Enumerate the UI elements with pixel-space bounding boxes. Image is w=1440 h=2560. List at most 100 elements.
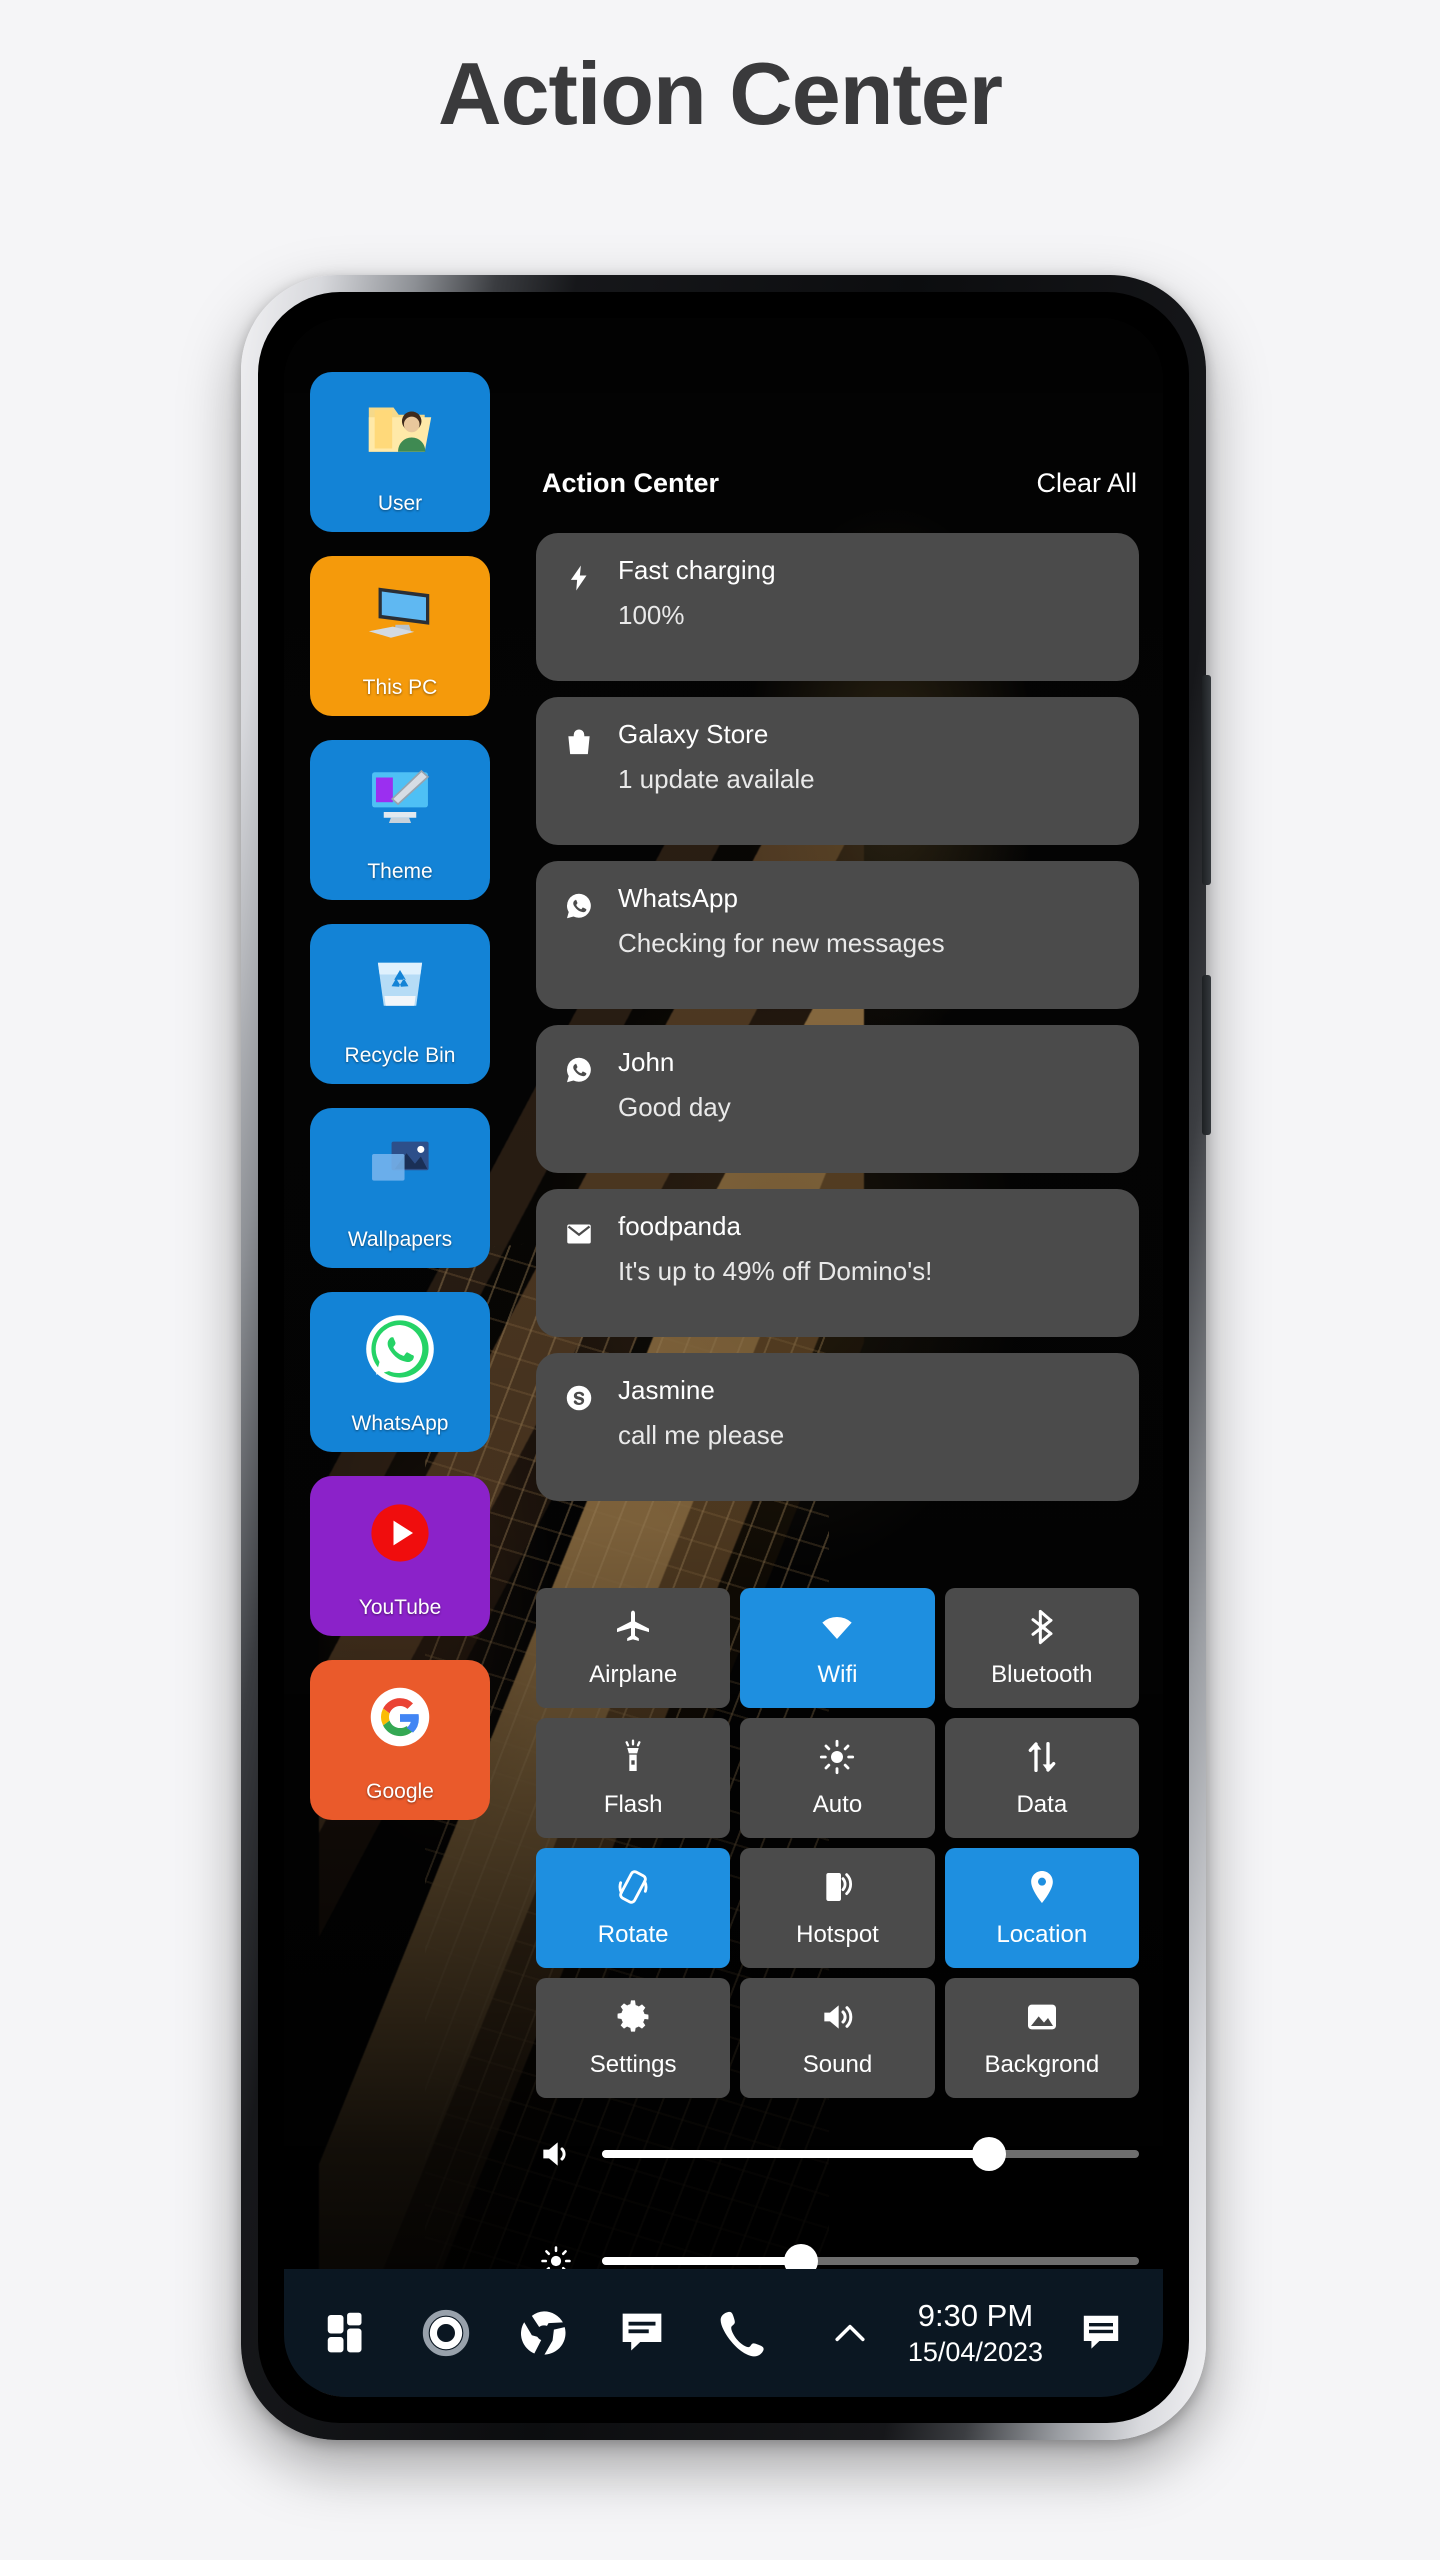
quick-tile-label: Rotate [597,1921,669,1948]
desktop-icon-theme[interactable]: Theme [310,740,490,900]
whatsapp-icon [562,1053,596,1087]
volume-icon [536,2133,576,2175]
desktop-icon-label: Google [366,1780,434,1803]
phone-icon[interactable] [712,2305,768,2361]
notification-body: Checking for new messages [618,928,945,958]
desktop-icon-label: User [377,492,423,515]
google-icon [361,1678,439,1756]
page-title: Action Center [438,44,1003,143]
notification-title: WhatsApp [618,883,738,913]
action-center-title: Action Center [542,468,720,498]
quick-tile-label: Settings [589,2051,677,2078]
quick-tile-location[interactable]: Location [944,1848,1139,1968]
quick-tile-sound[interactable]: Sound [740,1978,935,2098]
phone-screen: User This PC Theme Recycle Bin Wallpapers Wha… [284,318,1163,2397]
notification-body: It's up to 49% off Domino's! [618,1256,933,1286]
notification-title: foodpanda [618,1211,741,1241]
gmail-icon [562,1217,596,1251]
bag-icon [562,725,596,759]
start-icon[interactable] [320,2305,376,2361]
quick-tile-auto[interactable]: Auto [740,1718,935,1838]
quick-tile-hotspot[interactable]: Hotspot [740,1848,935,1968]
quick-tile-label: Hotspot [796,1921,879,1948]
whatsapp-icon [361,1310,439,1388]
desktop-icon-column: User This PC Theme Recycle Bin Wallpapers Wha… [310,372,490,1820]
notification-text: Galaxy Store 1 update availale [618,719,815,821]
bolt-icon [562,561,596,595]
notification-body: 100% [618,600,685,630]
image-icon [1022,1997,1062,2037]
desktop-icon-this-pc[interactable]: This PC [310,556,490,716]
volume-slider-track[interactable] [602,2137,1139,2171]
notification-text: Jasmine call me please [618,1375,784,1477]
quick-tile-label: Wifi [817,1661,858,1688]
chrome-icon[interactable] [516,2305,572,2361]
notification-item[interactable]: John Good day [536,1025,1139,1173]
quick-tile-label: Backgrond [984,2051,1100,2078]
volume-slider-fill [602,2150,989,2158]
quick-tile-data[interactable]: Data [944,1718,1139,1838]
notification-title: John [618,1047,675,1077]
volume-slider-knob[interactable] [971,2137,1006,2171]
desktop-icon-label: Wallpapers [347,1228,453,1251]
desktop-icon-user[interactable]: User [310,372,490,532]
brightness-slider-track[interactable] [602,2244,1139,2278]
action-center-header: Action Center Clear All [542,468,1137,499]
rotate-icon [613,1867,653,1907]
notification-text: Fast charging 100% [618,555,776,657]
recycle-bin-icon [361,942,439,1020]
taskbar-tray: 9:30 PM 15/04/2023 [822,2297,1163,2370]
wifi-icon [817,1607,857,1647]
quick-tile-wifi[interactable]: Wifi [740,1588,935,1708]
brightness-slider-fill [602,2257,801,2265]
notification-item[interactable]: Jasmine call me please [536,1353,1139,1501]
desktop-icon-whatsapp[interactable]: WhatsApp [310,1292,490,1452]
chevron-up-icon[interactable] [822,2305,878,2361]
computer-icon [361,574,439,652]
desktop-icon-wallpapers[interactable]: Wallpapers [310,1108,490,1268]
whatsapp-icon [562,889,596,923]
desktop-icon-recycle-bin[interactable]: Recycle Bin [310,924,490,1084]
youtube-icon [361,1494,439,1572]
desktop-icon-label: WhatsApp [351,1412,449,1435]
quick-tile-label: Location [996,1921,1088,1948]
volume-button[interactable] [1202,675,1211,885]
quick-tile-label: Airplane [589,1661,678,1688]
desktop-icon-youtube[interactable]: YouTube [310,1476,490,1636]
notification-title: Galaxy Store [618,719,769,749]
quick-tile-backgrond[interactable]: Backgrond [944,1978,1139,2098]
taskbar-app-icons [284,2305,768,2361]
notification-body: Good day [618,1092,731,1122]
taskbar-date: 15/04/2023 [907,2336,1043,2367]
quick-tile-settings[interactable]: Settings [536,1978,731,2098]
quick-tile-label: Data [1016,1791,1068,1818]
hotspot-icon [817,1867,857,1907]
phone-bezel: User This PC Theme Recycle Bin Wallpapers Wha… [258,292,1189,2423]
volume-slider[interactable] [536,2133,1139,2175]
desktop-icon-label: Recycle Bin [344,1044,456,1067]
notification-item[interactable]: foodpanda It's up to 49% off Domino's! [536,1189,1139,1337]
notification-icon[interactable] [1073,2305,1129,2361]
taskbar-time: 9:30 PM [917,2297,1034,2333]
user-folder-icon [361,390,439,468]
quick-tile-flash[interactable]: Flash [536,1718,731,1838]
notification-item[interactable]: WhatsApp Checking for new messages [536,861,1139,1009]
quick-tile-rotate[interactable]: Rotate [536,1848,731,1968]
notification-item[interactable]: Galaxy Store 1 update availale [536,697,1139,845]
notification-item[interactable]: Fast charging 100% [536,533,1139,681]
clear-all-button[interactable]: Clear All [1036,468,1137,499]
quick-tile-airplane[interactable]: Airplane [536,1588,731,1708]
messages-icon[interactable] [614,2305,670,2361]
taskbar-clock[interactable]: 9:30 PM 15/04/2023 [908,2297,1043,2370]
desktop-icon-google[interactable]: Google [310,1660,490,1820]
notification-text: John Good day [618,1047,731,1149]
quick-settings-grid: Airplane Wifi Bluetooth Flash Auto Data Rotate… [536,1588,1139,2098]
quick-tile-label: Sound [802,2051,873,2078]
taskbar: 9:30 PM 15/04/2023 [284,2269,1163,2397]
cortana-icon[interactable] [418,2305,474,2361]
notification-list: Fast charging 100% Galaxy Store 1 update av… [536,533,1139,1501]
sound-icon [817,1997,857,2037]
quick-tile-bluetooth[interactable]: Bluetooth [944,1588,1139,1708]
bluetooth-icon [1022,1607,1062,1647]
power-button[interactable] [1202,975,1211,1135]
